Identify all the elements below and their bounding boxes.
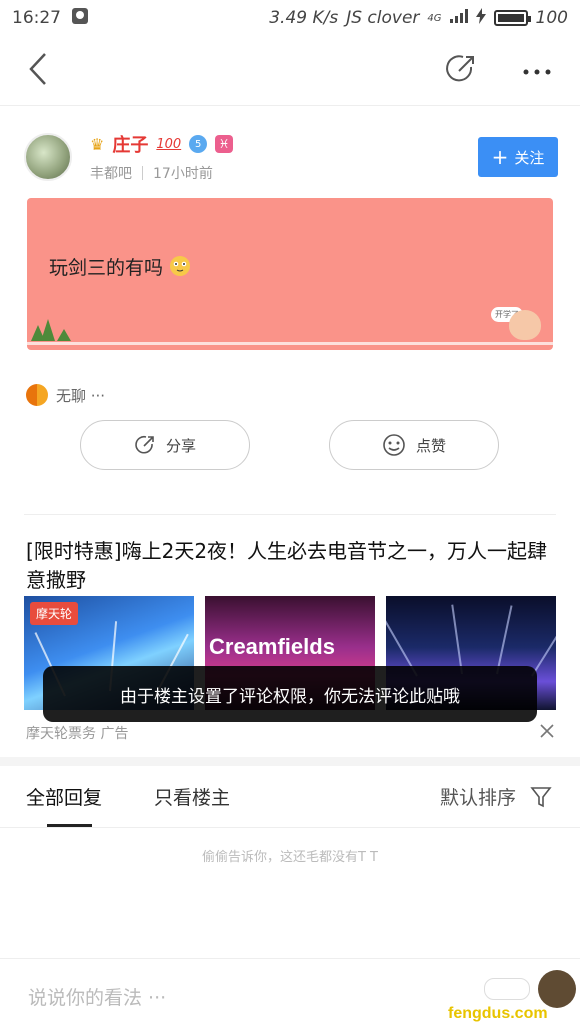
like-label: 点赞: [415, 436, 446, 455]
toast-message: 由于楼主设置了评论权限，你无法评论此贴哦: [43, 666, 537, 722]
forum-tag[interactable]: 无聊 ···: [26, 384, 105, 406]
tree-icon: [57, 329, 71, 341]
share-icon: [135, 435, 154, 454]
tab-only-op[interactable]: 只看楼主: [154, 783, 230, 810]
emoji-avatar-icon[interactable]: [538, 970, 576, 1008]
card-divider: [27, 342, 553, 345]
forum-tag-label: 无聊 ···: [56, 386, 106, 405]
section-gap: [0, 757, 580, 766]
more-icon: [523, 69, 551, 75]
network-speed: 3.49 K/s: [269, 8, 339, 28]
hundred-badge: 100: [156, 136, 182, 152]
plus-icon: +: [491, 145, 509, 169]
share-nav-button[interactable]: [444, 52, 478, 90]
reply-tabs: 全部回复 只看楼主 默认排序: [0, 766, 580, 828]
share-label: 分享: [165, 436, 196, 455]
back-button[interactable]: [28, 52, 48, 90]
bottom-divider: [0, 958, 580, 959]
ad-title[interactable]: [限时特惠]嗨上2天2夜！人生必去电音节之一，万人一起肆意撒野: [26, 537, 556, 595]
section-divider: [24, 514, 556, 515]
post-text-content: 玩剑三的有吗: [49, 257, 164, 279]
close-icon: [540, 724, 554, 738]
zodiac-badge: ♓: [215, 135, 234, 153]
signal-label: 4G: [427, 12, 442, 24]
blush-emoji-icon: [169, 256, 191, 279]
carrier-text: JS clover: [346, 8, 420, 28]
forum-name[interactable]: 丰都吧: [90, 163, 132, 183]
ad-logo-badge: 摩天轮: [30, 602, 79, 625]
avatar[interactable]: [24, 133, 72, 181]
close-ad-button[interactable]: [540, 722, 554, 743]
signal-icon: [449, 8, 468, 28]
crown-icon: ♛: [90, 134, 105, 154]
share-icon: [446, 54, 474, 81]
post-text: 玩剑三的有吗: [49, 253, 191, 280]
toast-text: 由于楼主设置了评论权限，你无法评论此贴哦: [120, 686, 460, 707]
chevron-left-icon: [29, 52, 46, 85]
watermark: fengdus.com: [448, 1005, 548, 1022]
like-button[interactable]: 点赞: [329, 420, 499, 470]
battery-icon: [493, 10, 531, 26]
ad-brand-text: Creamfields: [209, 634, 335, 659]
follow-button[interactable]: + 关注: [478, 137, 558, 177]
empty-replies-text: 偷偷告诉你，这还毛都没有T T: [201, 850, 378, 865]
battery-text: 100: [535, 8, 568, 28]
meta-divider: [142, 166, 143, 180]
sort-button[interactable]: 默认排序: [440, 783, 552, 810]
more-button[interactable]: [522, 61, 552, 80]
post-time: 17小时前: [153, 166, 213, 182]
charging-icon: [475, 7, 486, 29]
tab-all-replies[interactable]: 全部回复: [26, 783, 102, 810]
status-bar: 16:27 3.49 K/s JS clover 4G 100: [0, 0, 580, 36]
comment-input[interactable]: 说说你的看法 ···: [28, 983, 166, 1010]
nav-bar: [0, 36, 580, 106]
author-info: ♛ 庄子 100 5 ♓ 丰都吧 17小时前: [90, 131, 478, 183]
like-face-icon: [383, 434, 405, 456]
active-tab-indicator: [47, 824, 92, 827]
emoji-sticker-icon[interactable]: [484, 978, 530, 1000]
share-button[interactable]: 分享: [80, 420, 250, 470]
qq-notification-icon: [71, 7, 89, 30]
post-card: 玩剑三的有吗 开学了: [27, 198, 553, 350]
sort-label: 默认排序: [439, 787, 516, 809]
filter-icon: [530, 786, 552, 807]
mascot-icon: [509, 310, 541, 340]
flame-icon: [26, 384, 48, 406]
tree-icon: [41, 319, 55, 341]
author-row: ♛ 庄子 100 5 ♓ 丰都吧 17小时前 + 关注: [24, 130, 558, 184]
ad-source: 摩天轮票务 广告: [26, 726, 129, 742]
username[interactable]: 庄子: [112, 131, 148, 157]
level-badge: 5: [189, 135, 208, 153]
status-time: 16:27: [12, 8, 61, 28]
follow-label: 关注: [514, 148, 545, 167]
